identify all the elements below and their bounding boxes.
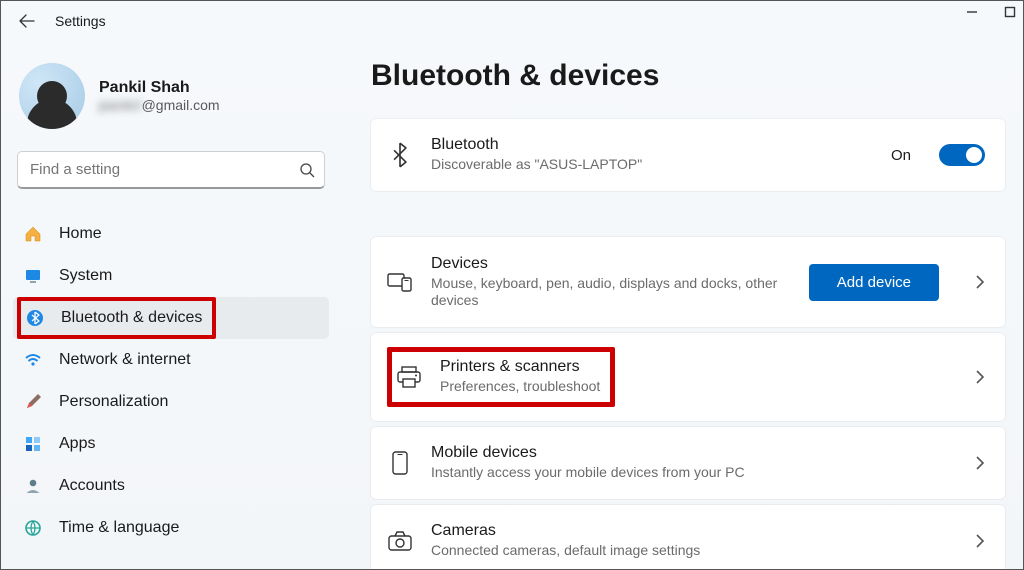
printer-icon [396, 364, 422, 390]
wifi-icon [23, 350, 43, 370]
chevron-right-icon [975, 533, 985, 549]
accounts-icon [23, 476, 43, 496]
card-devices[interactable]: Devices Mouse, keyboard, pen, audio, dis… [371, 237, 1005, 327]
sidebar-item-label: Apps [59, 435, 95, 453]
search-icon [299, 162, 315, 178]
system-icon [23, 266, 43, 286]
sidebar-item-label: Time & language [59, 519, 179, 537]
sidebar-item-label: Home [59, 225, 102, 243]
devices-icon [387, 269, 413, 295]
mobile-icon [387, 450, 413, 476]
sidebar-item-bluetooth[interactable]: Bluetooth & devices [13, 297, 329, 339]
add-device-button[interactable]: Add device [809, 264, 939, 301]
page-title: Bluetooth & devices [371, 59, 1005, 93]
card-printers[interactable]: Printers & scanners Preferences, trouble… [371, 333, 1005, 421]
sidebar-item-personalization[interactable]: Personalization [13, 381, 329, 423]
card-title: Bluetooth [431, 136, 873, 154]
card-subtitle: Discoverable as "ASUS-LAPTOP" [431, 156, 873, 174]
sidebar-item-home[interactable]: Home [13, 213, 329, 255]
account-header[interactable]: Pankil Shah pankil@gmail.com [13, 49, 329, 151]
sidebar: Pankil Shah pankil@gmail.com Home System [1, 41, 341, 569]
sidebar-item-label: Accounts [59, 477, 125, 495]
settings-window: Settings Pankil Shah pankil@gmail.com [0, 0, 1024, 570]
apps-icon [23, 434, 43, 454]
sidebar-item-network[interactable]: Network & internet [13, 339, 329, 381]
toggle-state-label: On [891, 147, 911, 164]
account-email: pankil@gmail.com [99, 97, 220, 113]
card-subtitle: Instantly access your mobile devices fro… [431, 464, 957, 482]
content-pane: Bluetooth & devices Bluetooth Discoverab… [341, 41, 1023, 569]
titlebar: Settings [1, 1, 1023, 41]
card-title: Mobile devices [431, 444, 957, 462]
globe-icon [23, 518, 43, 538]
card-subtitle: Preferences, troubleshoot [440, 378, 600, 396]
sidebar-item-label: Network & internet [59, 351, 191, 369]
card-subtitle: Connected cameras, default image setting… [431, 542, 957, 560]
window-controls [965, 5, 1017, 19]
card-mobile-devices[interactable]: Mobile devices Instantly access your mob… [371, 427, 1005, 499]
sidebar-item-accounts[interactable]: Accounts [13, 465, 329, 507]
avatar [19, 63, 85, 129]
card-bluetooth[interactable]: Bluetooth Discoverable as "ASUS-LAPTOP" … [371, 119, 1005, 191]
minimize-button[interactable] [965, 5, 979, 19]
camera-icon [387, 528, 413, 554]
card-cameras[interactable]: Cameras Connected cameras, default image… [371, 505, 1005, 570]
bluetooth-icon [25, 308, 45, 328]
search-box[interactable] [17, 151, 325, 189]
sidebar-item-time-language[interactable]: Time & language [13, 507, 329, 549]
chevron-right-icon [975, 455, 985, 471]
sidebar-item-label: Bluetooth & devices [61, 309, 202, 327]
sidebar-item-apps[interactable]: Apps [13, 423, 329, 465]
search-input[interactable] [17, 151, 325, 189]
chevron-right-icon [975, 274, 985, 290]
sidebar-item-label: Personalization [59, 393, 168, 411]
sidebar-item-system[interactable]: System [13, 255, 329, 297]
back-button[interactable] [15, 9, 39, 33]
card-title: Cameras [431, 522, 957, 540]
home-icon [23, 224, 43, 244]
maximize-button[interactable] [1003, 5, 1017, 19]
chevron-right-icon [975, 369, 985, 385]
card-title: Printers & scanners [440, 358, 600, 376]
nav-list: Home System Bluetooth & devices [13, 213, 329, 549]
account-name: Pankil Shah [99, 79, 220, 97]
card-title: Devices [431, 255, 791, 273]
sidebar-item-label: System [59, 267, 112, 285]
bluetooth-icon [387, 142, 413, 168]
bluetooth-toggle[interactable] [939, 144, 985, 166]
card-subtitle: Mouse, keyboard, pen, audio, displays an… [431, 275, 791, 310]
window-title: Settings [55, 13, 106, 29]
brush-icon [23, 392, 43, 412]
